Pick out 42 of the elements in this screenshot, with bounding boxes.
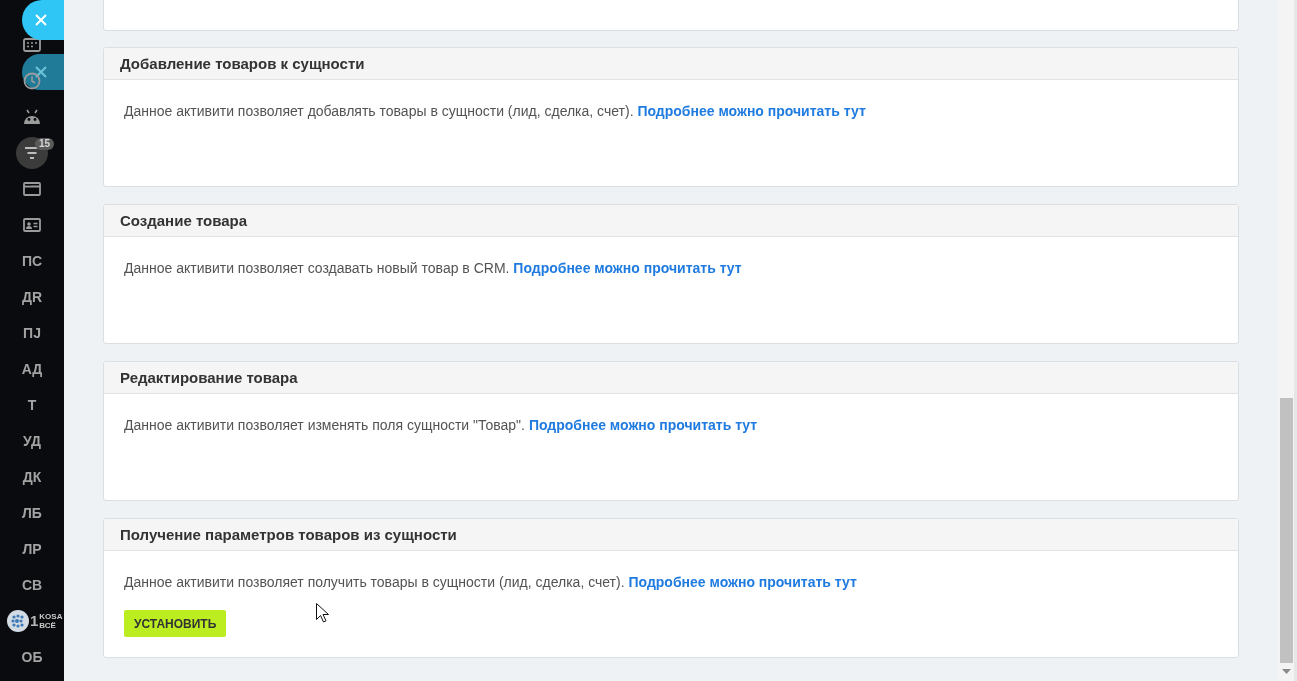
clock-icon[interactable]	[23, 72, 41, 90]
sidebar-item[interactable]: ПС	[21, 251, 43, 271]
details-link[interactable]: Подробнее можно прочитать тут	[513, 260, 742, 276]
sidebar-item[interactable]: СВ	[21, 575, 43, 595]
window-icon[interactable]	[23, 182, 41, 196]
sidebar-item[interactable]: ДR	[21, 287, 43, 307]
close-icon	[35, 14, 47, 26]
sidebar-item[interactable]: ПJ	[23, 323, 41, 343]
logo-text: KOSA	[39, 612, 63, 621]
sidebar-item[interactable]: АД	[21, 359, 43, 379]
card-description: Данное активити позволяет создавать новый товар в CRM. Подробнее можно прочитать тут	[124, 259, 742, 278]
robot-icon[interactable]	[22, 109, 42, 125]
close-icon	[35, 66, 47, 78]
count-badge: 15	[35, 138, 55, 150]
install-button[interactable]: УСТАНОВИТЬ	[124, 610, 227, 637]
close-button[interactable]	[22, 0, 64, 40]
card-description: Данное активити позволяет добавлять товары в сущности (лид, сделка, счет). Подробнее можно прочитать тут	[124, 102, 866, 121]
card-title: Добавление товаров к сущности	[120, 53, 365, 74]
scroll-down-arrow-icon[interactable]	[1282, 669, 1291, 674]
sidebar-item[interactable]: ЛР	[22, 539, 42, 559]
sidebar-item[interactable]: ОБ	[21, 647, 43, 667]
filter-icon[interactable]	[16, 137, 48, 169]
logo-icon[interactable]	[7, 610, 29, 632]
logo-digit: 1	[30, 612, 39, 630]
cursor-icon	[316, 603, 329, 623]
close-button[interactable]	[22, 54, 64, 90]
sidebar-item[interactable]: Т	[27, 395, 37, 415]
card-description: Данное активити позволяет получить товары в сущности (лид, сделка, счет). Подробнее можно прочитать тут	[124, 573, 857, 592]
card-title: Создание товара	[120, 210, 248, 231]
details-link[interactable]: Подробнее можно прочитать тут	[528, 417, 758, 433]
contact-card-icon[interactable]	[23, 218, 41, 232]
logo-text: ВСЁ	[39, 621, 57, 630]
sidebar-item[interactable]: УД	[23, 431, 41, 451]
sidebar-item[interactable]: ДК	[22, 467, 42, 487]
card-title: Получение параметров товаров из сущности	[120, 524, 457, 545]
scrollbar-thumb[interactable]	[1280, 398, 1293, 663]
details-link[interactable]: Подробнее можно прочитать тут	[628, 574, 857, 590]
sidebar-item[interactable]: ЛБ	[22, 503, 42, 523]
details-link[interactable]: Подробнее можно прочитать тут	[637, 103, 866, 119]
calendar-icon[interactable]	[23, 38, 41, 52]
card-description: Данное активити позволяет изменять поля сущности "Товар". Подробнее можно прочитать тут	[124, 416, 758, 435]
card-title: Редактирование товара	[120, 367, 298, 388]
